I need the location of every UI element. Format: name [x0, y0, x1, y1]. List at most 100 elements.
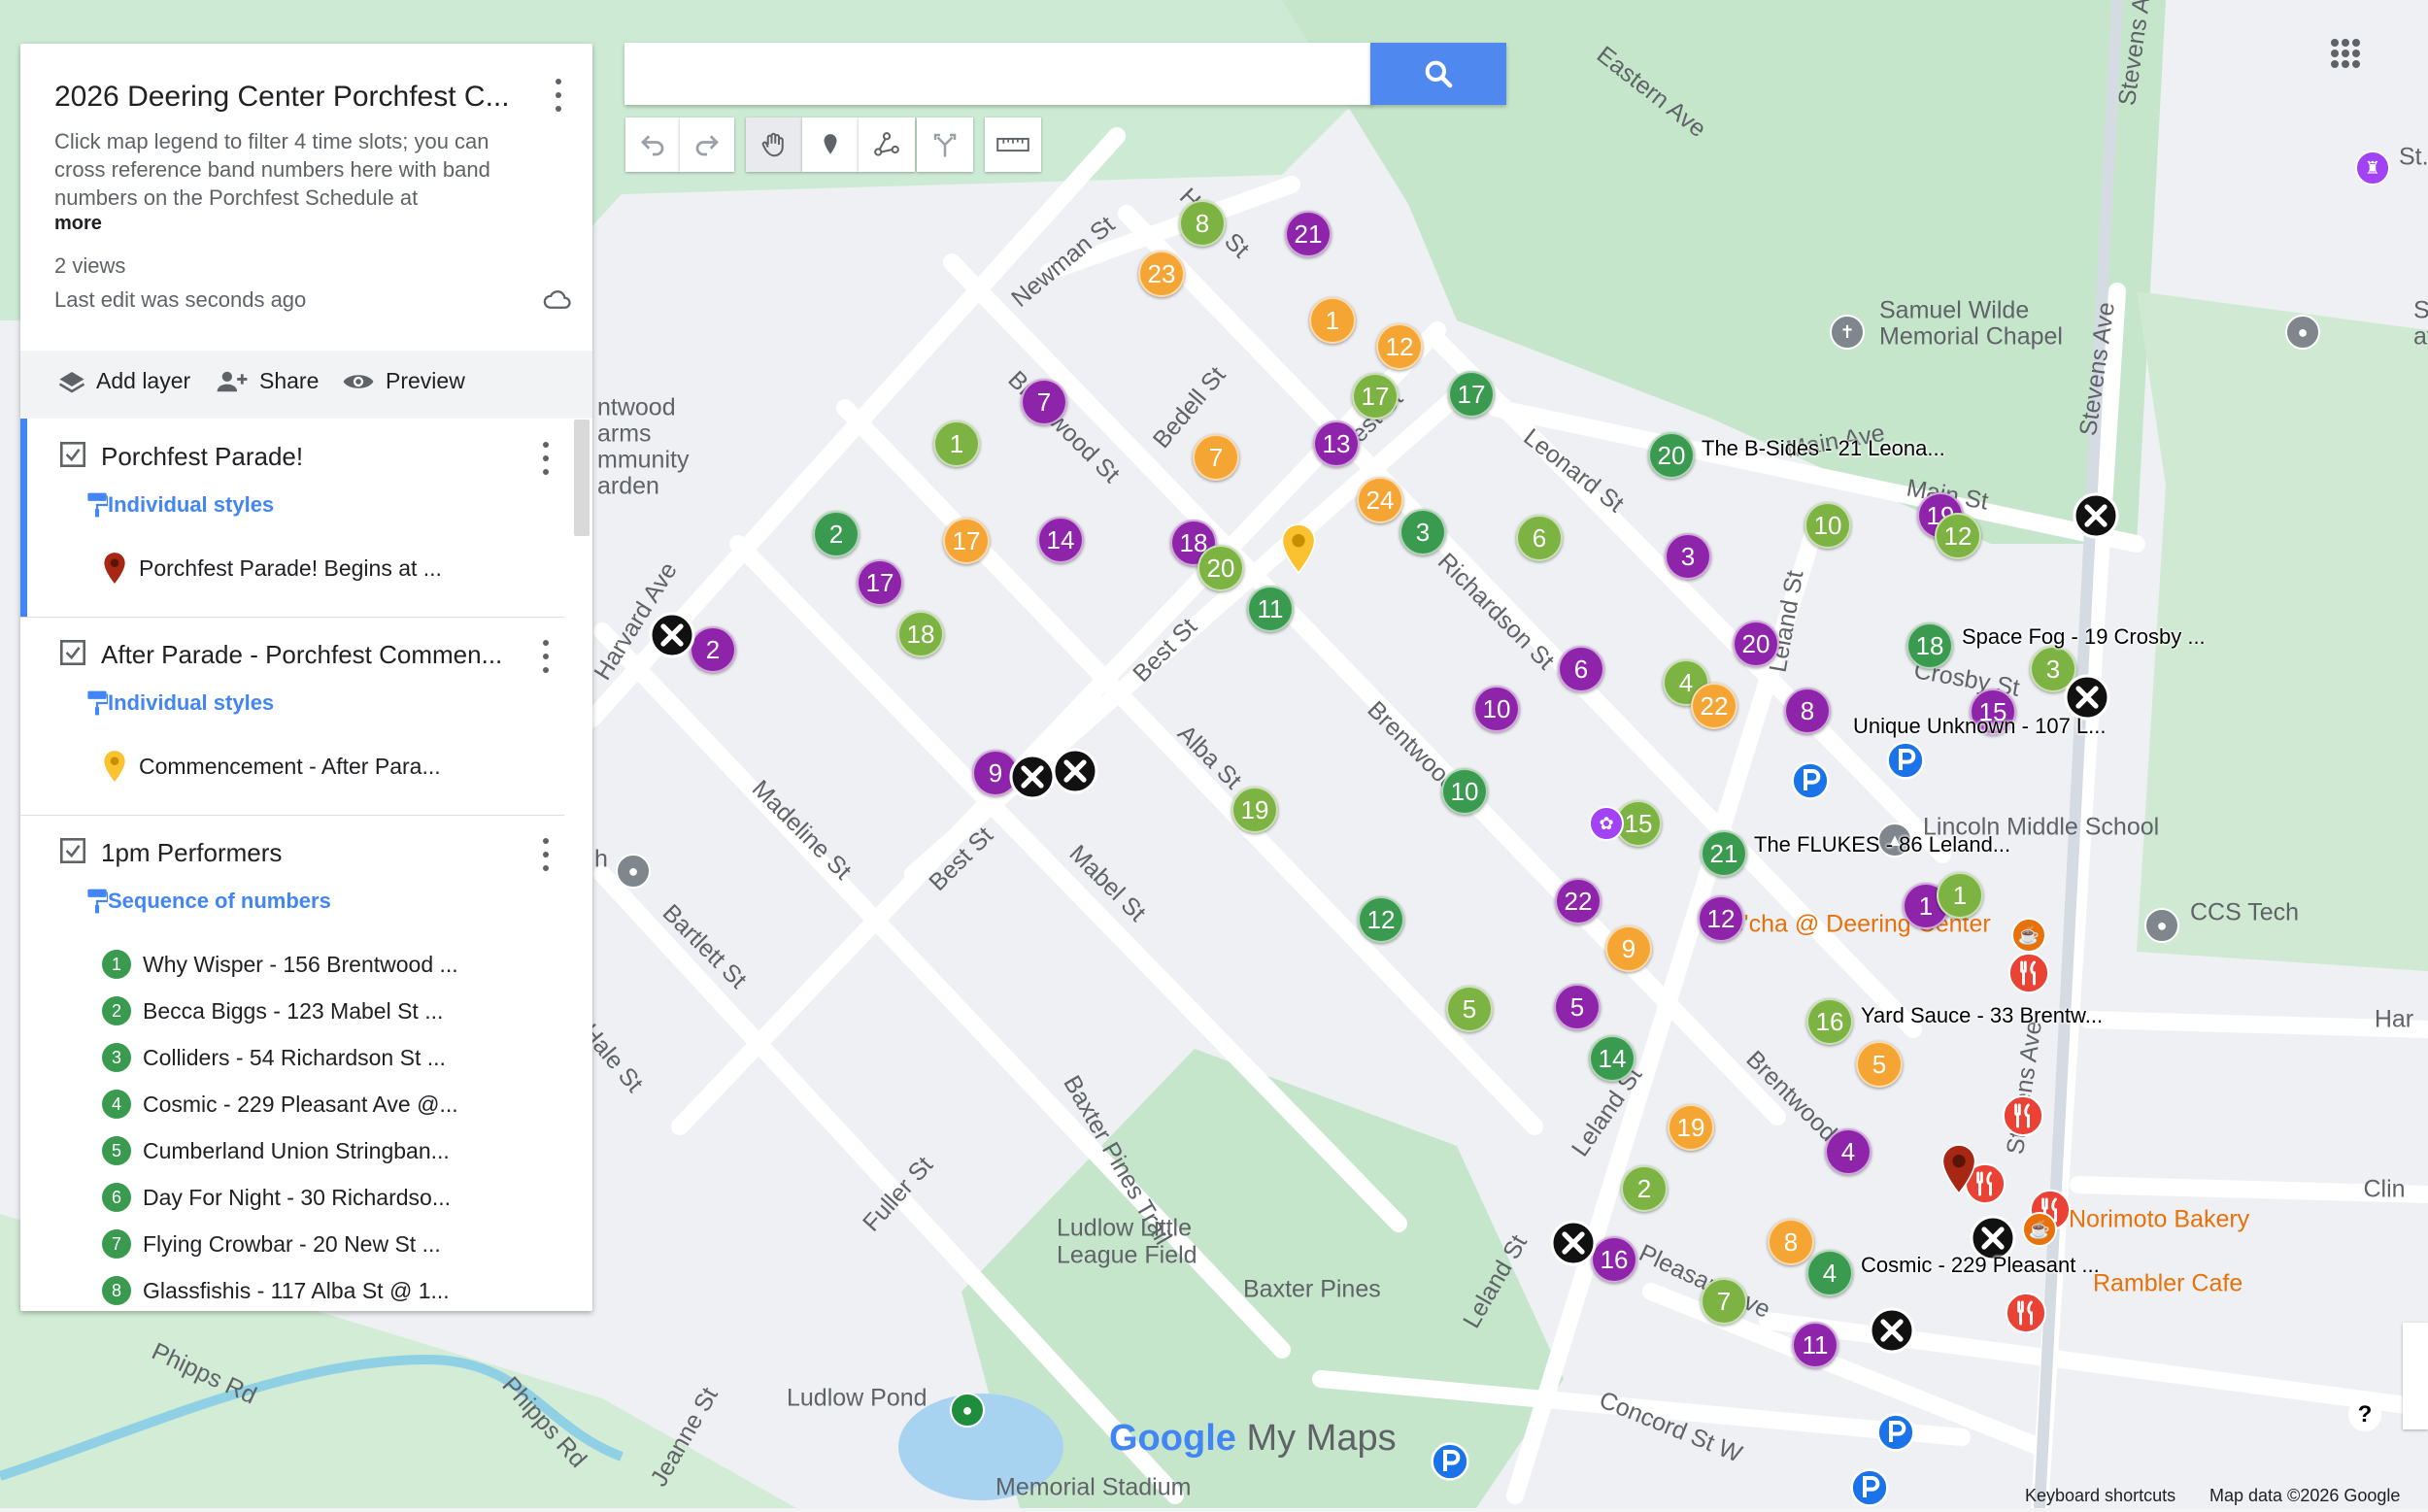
search-input[interactable]	[624, 43, 1372, 105]
performer-marker[interactable]: 10	[1441, 768, 1488, 815]
poi-label[interactable]: St.	[2399, 144, 2428, 172]
share-button[interactable]: Share	[215, 368, 319, 394]
poi-label[interactable]: League Field	[1057, 1242, 1197, 1270]
performer-marker[interactable]: 19	[1668, 1104, 1714, 1151]
zoom-controls[interactable]	[2403, 1323, 2428, 1429]
cafe-icon[interactable]: ☕	[2022, 1212, 2057, 1247]
poi-label[interactable]: arden	[597, 473, 659, 501]
performer-marker[interactable]: 17	[1352, 373, 1399, 420]
performer-item[interactable]: 3 Colliders - 54 Richardson St ...	[102, 1040, 446, 1075]
performer-marker[interactable]: 2	[690, 626, 736, 673]
performer-marker[interactable]: 11	[1792, 1322, 1838, 1368]
poi-label[interactable]: Memorial Stadium	[995, 1474, 1191, 1502]
parade-pin-icon[interactable]	[1939, 1143, 1978, 1195]
parking-icon[interactable]	[1791, 761, 1830, 800]
layer-1pm-performers[interactable]: 1pm Performers Sequence of numbers 1 Why …	[20, 815, 564, 1311]
performer-marker[interactable]: 2	[1621, 1165, 1668, 1212]
map-title[interactable]: 2026 Deering Center Porchfest C...	[54, 81, 510, 114]
performer-marker[interactable]: 13	[1313, 420, 1360, 467]
performer-marker[interactable]: 10	[1473, 686, 1520, 732]
poi-label[interactable]: arms	[597, 420, 652, 449]
performer-marker[interactable]: 16	[1591, 1236, 1637, 1283]
panel-scrollbar[interactable]	[574, 420, 590, 536]
layer-style-link[interactable]: Individual styles	[87, 690, 274, 716]
poi-pin-icon[interactable]: ●	[616, 854, 651, 889]
layer-porchfest-parade[interactable]: Porchfest Parade! Individual styles Porc…	[20, 419, 564, 618]
performer-marker[interactable]: 18	[897, 611, 944, 657]
restaurant-icon[interactable]	[2002, 1094, 2044, 1137]
performer-marker[interactable]: 22	[1691, 683, 1737, 729]
layer-options-menu[interactable]	[541, 442, 551, 475]
performer-marker[interactable]: 4	[1806, 1250, 1853, 1296]
performer-item[interactable]: 4 Cosmic - 229 Pleasant Ave @...	[102, 1087, 458, 1122]
performer-item[interactable]: 1 Why Wisper - 156 Brentwood ...	[102, 947, 458, 982]
help-button[interactable]: ?	[2348, 1398, 2381, 1431]
performer-marker[interactable]: 8	[1179, 200, 1226, 247]
more-link[interactable]: more	[54, 213, 102, 235]
performer-marker[interactable]: 4	[1825, 1128, 1872, 1175]
chapel-icon[interactable]: ✝	[1830, 315, 1865, 350]
parking-icon[interactable]	[1876, 1413, 1915, 1452]
commencement-pin-icon[interactable]	[1279, 522, 1318, 575]
performer-marker[interactable]: 20	[1733, 621, 1779, 667]
performer-marker[interactable]: 12	[1358, 896, 1404, 943]
poi-pin-icon[interactable]: ●	[950, 1393, 985, 1428]
performer-marker[interactable]: 7	[1701, 1278, 1747, 1325]
layer-style-link[interactable]: Sequence of numbers	[87, 889, 331, 914]
poi-pin-icon[interactable]: ●	[2144, 908, 2179, 943]
layer-options-menu[interactable]	[541, 640, 551, 673]
performer-marker[interactable]: 7	[1193, 434, 1239, 481]
preview-button[interactable]: Preview	[341, 368, 465, 394]
performer-marker[interactable]: 12	[1376, 323, 1423, 370]
performer-marker[interactable]: 5	[1446, 986, 1493, 1032]
performer-marker[interactable]: 2	[813, 511, 860, 557]
search-button[interactable]	[1370, 43, 1506, 105]
parking-icon[interactable]	[1886, 741, 1925, 780]
performer-item[interactable]: 6 Day For Night - 30 Richardso...	[102, 1180, 451, 1215]
performer-marker[interactable]: 16	[1806, 998, 1853, 1045]
layer-checkbox[interactable]	[60, 442, 85, 467]
x-close-icon[interactable]	[1869, 1307, 1915, 1354]
performer-marker[interactable]: 9	[1605, 925, 1652, 972]
x-close-icon[interactable]	[2073, 492, 2119, 539]
performer-marker[interactable]: 24	[1357, 477, 1403, 523]
food-poi-label[interactable]: Norimoto Bakery	[2069, 1206, 2249, 1234]
performer-marker[interactable]: 11	[1247, 586, 1294, 632]
performer-marker[interactable]: 17	[857, 559, 903, 606]
performer-marker[interactable]: 5	[1554, 984, 1601, 1030]
map-options-menu[interactable]	[554, 79, 563, 112]
x-close-icon[interactable]	[1550, 1220, 1597, 1266]
poi-label[interactable]: mmunity	[597, 447, 689, 475]
marker-label[interactable]: Cosmic - 229 Pleasant ...	[1861, 1253, 2100, 1278]
pan-tool-button[interactable]	[746, 118, 802, 172]
performer-marker[interactable]: 10	[1804, 502, 1851, 549]
performer-marker[interactable]: 7	[1021, 379, 1067, 425]
performer-marker[interactable]: 12	[1698, 895, 1744, 942]
restaurant-icon[interactable]	[2007, 952, 2050, 994]
parking-icon[interactable]	[1850, 1468, 1889, 1507]
playground-icon[interactable]: ✿	[1589, 806, 1624, 841]
performer-marker[interactable]: 17	[1448, 371, 1495, 418]
layer-checkbox[interactable]	[60, 640, 85, 665]
add-marker-button[interactable]	[802, 118, 859, 172]
performer-marker[interactable]: 19	[1231, 787, 1278, 833]
performer-marker[interactable]: 18	[1906, 622, 1953, 669]
poi-label[interactable]: at Baxte	[2413, 323, 2428, 352]
marker-label[interactable]: Yard Sauce - 33 Brentw...	[1861, 1003, 2103, 1028]
poi-label[interactable]: Stevens	[2413, 297, 2428, 325]
x-close-icon[interactable]	[1052, 748, 1098, 794]
poi-label[interactable]: Ludlow Pond	[787, 1385, 927, 1413]
apps-grid-icon[interactable]	[2331, 39, 2360, 68]
performer-marker[interactable]: 14	[1589, 1035, 1636, 1082]
performer-marker[interactable]: 23	[1138, 251, 1185, 297]
performer-marker[interactable]: 20	[1197, 545, 1244, 591]
performer-marker[interactable]: 1	[1309, 297, 1356, 344]
x-close-icon[interactable]	[1009, 754, 1056, 800]
performer-marker[interactable]: 14	[1037, 517, 1084, 563]
layer-name[interactable]: 1pm Performers	[101, 838, 282, 868]
performer-marker[interactable]: 12	[1935, 513, 1981, 559]
layer-item[interactable]: Porchfest Parade! Begins at ...	[102, 551, 442, 586]
performer-marker[interactable]: 20	[1648, 432, 1695, 479]
performer-marker[interactable]: 22	[1555, 878, 1602, 924]
layer-name[interactable]: Porchfest Parade!	[101, 442, 303, 472]
